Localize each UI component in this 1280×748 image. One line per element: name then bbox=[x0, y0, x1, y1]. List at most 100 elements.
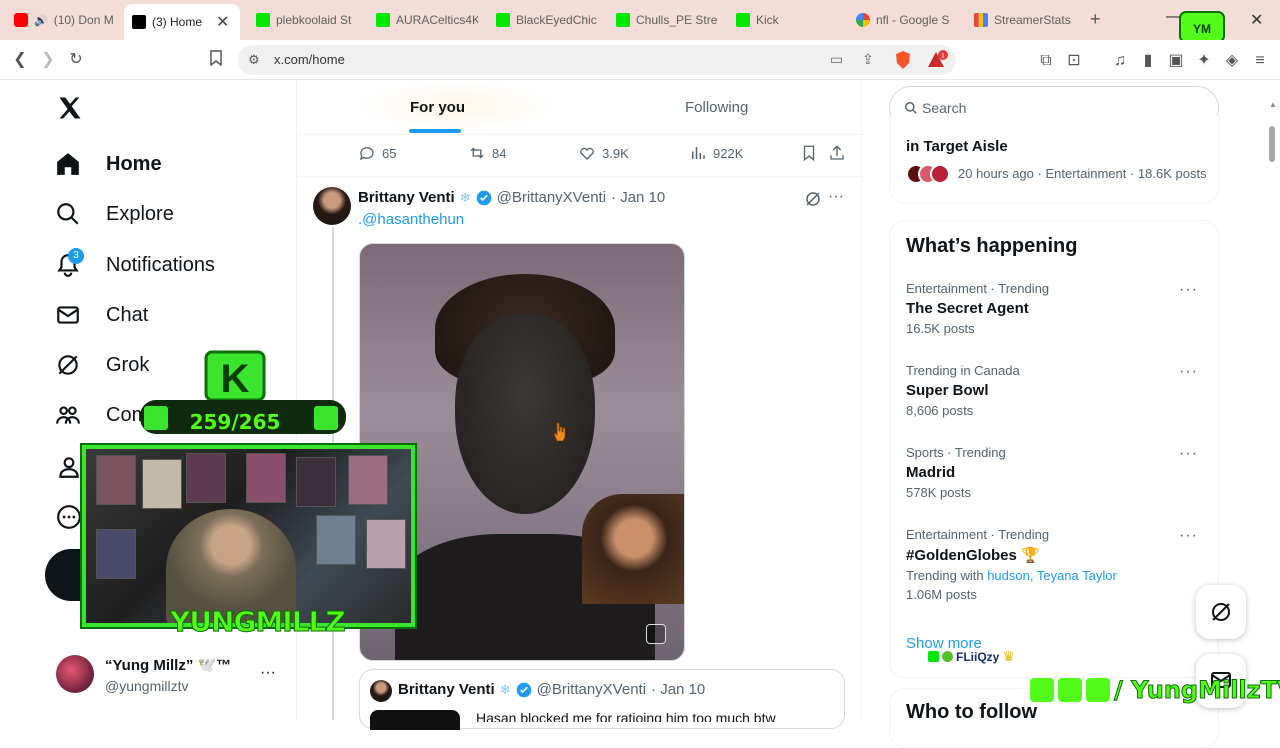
trending-with-link[interactable]: hudson bbox=[987, 568, 1030, 583]
tab-streamerstats[interactable]: StreamerStats bbox=[966, 6, 1084, 34]
chat-username: FLiiQzy bbox=[956, 649, 1000, 664]
kick-icon bbox=[616, 13, 630, 27]
repost-action[interactable]: 84 bbox=[468, 144, 506, 162]
views-action[interactable]: 922K bbox=[689, 144, 743, 162]
scrollbar[interactable]: ▲ bbox=[1268, 100, 1277, 710]
more-options-icon[interactable]: ··· bbox=[1179, 527, 1198, 545]
trend-meta: Trending in Canada bbox=[906, 363, 1020, 378]
more-options-icon[interactable]: ··· bbox=[1179, 445, 1198, 463]
address-bar[interactable]: ⚙ x.com/home ▭ ⇪ 1 bbox=[238, 45, 956, 75]
leo-ai-icon[interactable]: ✦ bbox=[1194, 51, 1214, 71]
author-name[interactable]: Brittany Venti bbox=[358, 189, 455, 206]
tab-for-you[interactable]: For you bbox=[410, 99, 465, 116]
profile-icon[interactable] bbox=[56, 454, 82, 485]
tab-label: Chulls_PE Stre bbox=[636, 13, 718, 27]
more-options-icon[interactable]: ··· bbox=[1179, 281, 1198, 299]
whats-happening: What’s happening Entertainment · Trendin… bbox=[889, 220, 1219, 678]
nav-grok[interactable]: Grok bbox=[52, 345, 149, 385]
extensions-icon[interactable]: ⧉ bbox=[1036, 51, 1056, 71]
trend-meta: Sports · Trending bbox=[906, 445, 1006, 460]
kick-icon bbox=[376, 13, 390, 27]
nav-chat[interactable]: Chat bbox=[52, 295, 148, 335]
trend-count: 1.06M posts bbox=[906, 587, 977, 602]
cast-icon[interactable]: ▭ bbox=[830, 51, 843, 68]
avatar[interactable] bbox=[56, 655, 94, 693]
scroll-up-icon[interactable]: ▲ bbox=[1269, 100, 1277, 109]
grok-icon[interactable] bbox=[804, 190, 822, 208]
tab-kick-5[interactable]: Kick bbox=[728, 6, 838, 34]
tab-x-home[interactable]: (3) Home ✕ bbox=[124, 4, 240, 40]
share-icon[interactable] bbox=[828, 144, 846, 162]
close-tab-icon[interactable]: ✕ bbox=[216, 12, 229, 32]
quoted-text: Hasan blocked me for ratioing him too mu… bbox=[476, 710, 776, 722]
nav-label: Explore bbox=[106, 202, 174, 225]
close-window-icon[interactable]: ✕ bbox=[1250, 10, 1263, 30]
new-tab-icon[interactable]: + bbox=[1090, 9, 1101, 30]
author-handle[interactable]: @BrittanyXVenti bbox=[497, 189, 606, 206]
kick-icon bbox=[736, 13, 750, 27]
media-tag-icon[interactable] bbox=[646, 624, 666, 644]
divider bbox=[297, 176, 861, 177]
tab-kick-1[interactable]: plebkoolaid St bbox=[248, 6, 358, 34]
nav-communities[interactable]: Com bbox=[52, 395, 148, 435]
tab-label: Kick bbox=[756, 13, 779, 27]
news-card[interactable]: in Target Aisle 20 hours ago · Entertain… bbox=[889, 116, 1219, 204]
search-placeholder: Search bbox=[922, 100, 967, 116]
trend-item[interactable]: Entertainment · Trending The Secret Agen… bbox=[906, 281, 1206, 336]
site-info-icon[interactable]: ⚙ bbox=[248, 52, 260, 68]
brave-shield-icon[interactable] bbox=[894, 50, 912, 70]
menu-icon[interactable]: ≡ bbox=[1250, 51, 1270, 71]
nav-label: Home bbox=[106, 152, 162, 175]
wallet-icon[interactable]: ▣ bbox=[1166, 51, 1186, 71]
more-options-icon[interactable]: ··· bbox=[828, 188, 844, 206]
scrollbar-thumb[interactable] bbox=[1269, 126, 1275, 162]
like-count: 3.9K bbox=[602, 145, 629, 161]
avatar[interactable] bbox=[313, 187, 351, 225]
mention-link[interactable]: .@hasanthehun bbox=[358, 211, 464, 228]
tab-following[interactable]: Following bbox=[685, 99, 748, 116]
trend-count: 578K posts bbox=[906, 485, 972, 500]
tab-youtube[interactable]: 🔊 (10) Don M bbox=[6, 6, 124, 34]
trend-item[interactable]: Entertainment · Trending #GoldenGlobes 🏆… bbox=[906, 527, 1206, 602]
more-icon[interactable] bbox=[56, 504, 82, 535]
vpn-icon[interactable]: ◈ bbox=[1222, 51, 1242, 71]
face-shape bbox=[455, 314, 595, 514]
tab-kick-2[interactable]: AURACeltics4K bbox=[368, 6, 478, 34]
trend-item[interactable]: Sports · Trending Madrid 578K posts ··· bbox=[906, 445, 1206, 500]
post-date[interactable]: · Jan 10 bbox=[611, 189, 665, 206]
post-date: · Jan 10 bbox=[651, 681, 706, 698]
url-text: x.com/home bbox=[274, 52, 345, 67]
share-icon[interactable]: ⇪ bbox=[862, 51, 874, 68]
reply-action[interactable]: 65 bbox=[358, 144, 396, 162]
trend-item[interactable]: Trending in Canada Super Bowl 8,606 post… bbox=[906, 363, 1206, 418]
nav-home[interactable]: Home bbox=[52, 144, 162, 184]
account-menu-icon[interactable]: ··· bbox=[260, 664, 276, 682]
poster bbox=[348, 455, 388, 505]
post-header: Brittany Venti ❄ @BrittanyXVenti · Jan 1… bbox=[358, 189, 665, 206]
speaker-icon: 🔊 bbox=[34, 14, 48, 27]
social-handle: / YungMillzTV bbox=[1114, 676, 1280, 705]
nav-label: Notifications bbox=[106, 253, 215, 276]
quoted-media bbox=[370, 710, 460, 730]
bookmark-icon[interactable] bbox=[206, 50, 226, 70]
grok-float-button[interactable] bbox=[1196, 585, 1246, 639]
like-action[interactable]: 3.9K bbox=[578, 144, 629, 162]
tab-google[interactable]: nfl - Google S bbox=[848, 6, 960, 34]
sidebar-icon[interactable]: ▮ bbox=[1138, 51, 1158, 71]
trending-with-link[interactable]: Teyana Taylor bbox=[1037, 568, 1117, 583]
quoted-post[interactable]: Brittany Venti ❄ @BrittanyXVenti · Jan 1… bbox=[359, 669, 845, 730]
forward-icon[interactable]: ❯ bbox=[38, 50, 58, 70]
brave-rewards-icon[interactable]: 1 bbox=[926, 50, 948, 70]
reload-icon[interactable]: ↻ bbox=[66, 50, 86, 70]
more-options-icon[interactable]: ··· bbox=[1179, 363, 1198, 381]
notification-badge: 3 bbox=[68, 248, 84, 264]
snowflake-icon: ❄ bbox=[459, 189, 471, 205]
tab-kick-4[interactable]: Chulls_PE Stre bbox=[608, 6, 720, 34]
tab-kick-3[interactable]: BlackEyedChic bbox=[488, 6, 598, 34]
back-icon[interactable]: ❮ bbox=[10, 50, 30, 70]
x-logo-icon[interactable] bbox=[56, 94, 84, 122]
media-icon[interactable]: ♫ bbox=[1110, 51, 1130, 71]
bookmark-icon[interactable] bbox=[800, 144, 818, 162]
nav-explore[interactable]: Explore bbox=[52, 194, 174, 234]
tab-search-icon[interactable]: ⊡ bbox=[1064, 51, 1084, 71]
